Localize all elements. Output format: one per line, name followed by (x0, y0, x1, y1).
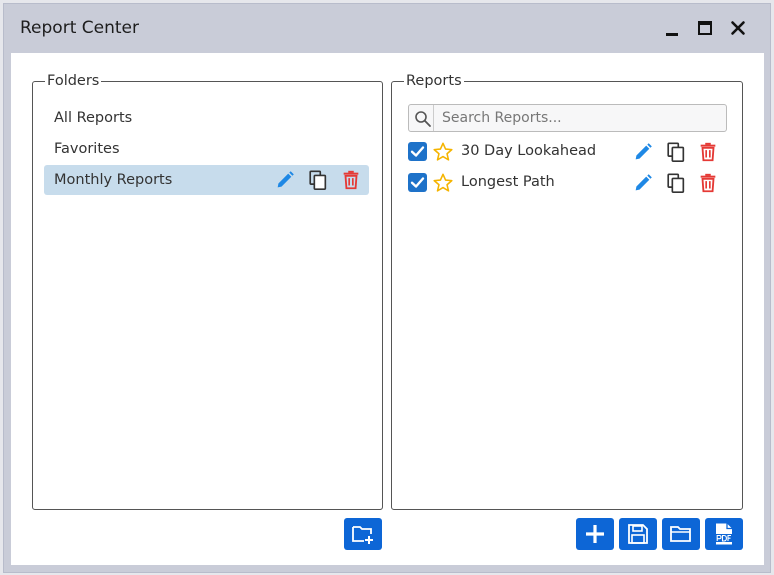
copy-icon (667, 142, 685, 162)
open-folder-icon (670, 526, 691, 542)
reports-panel: Reports 30 Day Lookahead (391, 73, 743, 510)
delete-report-button[interactable] (697, 172, 719, 194)
star-outline-icon (433, 142, 453, 161)
add-report-button[interactable] (576, 518, 614, 550)
window-title: Report Center (20, 18, 139, 38)
copy-icon (309, 170, 327, 190)
export-pdf-button[interactable] (705, 518, 743, 550)
copy-report-button[interactable] (665, 141, 687, 163)
search-icon (414, 110, 432, 128)
folder-label: All Reports (54, 110, 133, 126)
report-checkbox[interactable] (408, 173, 427, 192)
report-label: 30 Day Lookahead (461, 143, 597, 159)
trash-icon (343, 170, 359, 190)
star-outline-icon (433, 173, 453, 192)
copy-icon (667, 173, 685, 193)
search-box (408, 104, 727, 132)
edit-report-button[interactable] (632, 172, 654, 194)
folder-item-favorites[interactable]: Favorites (44, 134, 369, 164)
pencil-icon (635, 174, 652, 191)
trash-icon (700, 142, 716, 162)
report-row-30-day-lookahead[interactable]: 30 Day Lookahead (408, 139, 728, 165)
save-button[interactable] (619, 518, 657, 550)
reports-legend: Reports (406, 73, 462, 89)
maximize-button[interactable] (693, 16, 717, 40)
close-button[interactable] (726, 16, 750, 40)
report-label: Longest Path (461, 174, 555, 190)
close-icon (731, 21, 745, 35)
report-checkbox[interactable] (408, 142, 427, 161)
edit-report-button[interactable] (632, 141, 654, 163)
folder-label: Monthly Reports (54, 172, 173, 188)
report-center-window: Report Center Folders All Reports Favori… (3, 3, 771, 573)
copy-report-button[interactable] (665, 172, 687, 194)
folder-label: Favorites (54, 141, 120, 157)
pdf-icon (715, 523, 733, 545)
pencil-icon (635, 143, 652, 160)
new-folder-button[interactable] (344, 518, 382, 550)
delete-folder-button[interactable] (340, 169, 362, 191)
minimize-icon (666, 33, 678, 36)
folders-panel: Folders All Reports Favorites Monthly Re… (32, 73, 383, 510)
maximize-icon (698, 21, 712, 35)
save-icon (628, 524, 648, 544)
new-folder-icon (352, 526, 373, 544)
pencil-icon (277, 171, 294, 188)
trash-icon (700, 173, 716, 193)
check-icon (410, 146, 425, 157)
folder-item-monthly-reports[interactable]: Monthly Reports (44, 165, 369, 195)
folder-item-all-reports[interactable]: All Reports (44, 103, 369, 133)
minimize-button[interactable] (660, 16, 684, 40)
open-folder-button[interactable] (662, 518, 700, 550)
favorite-star-button[interactable] (432, 141, 454, 163)
search-input[interactable] (433, 105, 725, 131)
report-row-longest-path[interactable]: Longest Path (408, 170, 728, 196)
delete-report-button[interactable] (697, 141, 719, 163)
edit-folder-button[interactable] (274, 169, 296, 191)
copy-folder-button[interactable] (307, 169, 329, 191)
check-icon (410, 177, 425, 188)
folders-legend: Folders (47, 73, 100, 89)
add-icon (586, 525, 604, 543)
favorite-star-button[interactable] (432, 172, 454, 194)
title-bar[interactable]: Report Center (4, 4, 770, 52)
content-area: Folders All Reports Favorites Monthly Re… (11, 53, 764, 565)
